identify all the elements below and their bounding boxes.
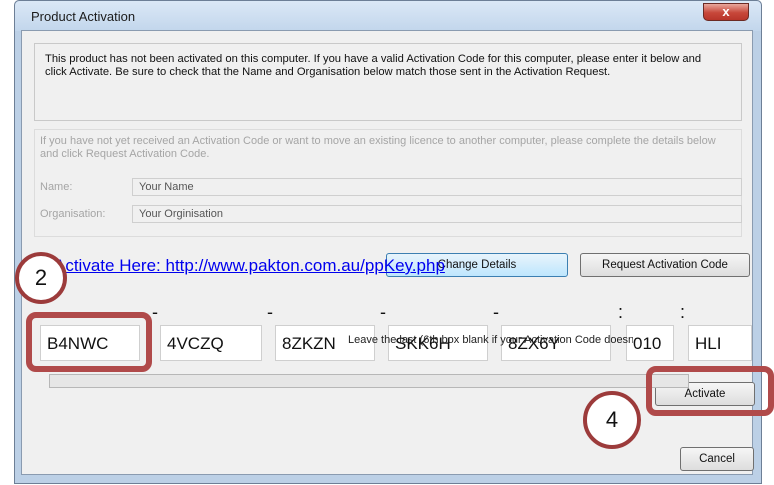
leave-blank-hint: Leave the last (6th box blank if your Ac…	[348, 334, 633, 346]
step-marker-2: 2	[15, 252, 67, 304]
request-note: If you have not yet received an Activati…	[40, 135, 716, 160]
title-bar[interactable]: Product Activation x	[15, 1, 761, 31]
code-separator-6: :	[680, 302, 686, 322]
request-activation-code-button[interactable]: Request Activation Code	[580, 253, 750, 277]
highlight-activate-button	[646, 366, 774, 416]
close-icon: x	[722, 4, 730, 19]
intro-group: This product has not been activated on t…	[34, 43, 742, 121]
code-separator-3: -	[380, 302, 386, 322]
code-box-6[interactable]: 010	[626, 325, 674, 361]
code-box-2[interactable]: 4VCZQ	[160, 325, 262, 361]
code-separator-5: :	[618, 302, 624, 322]
step-marker-4: 4	[583, 391, 641, 449]
highlight-code-box-1	[26, 312, 152, 372]
progress-bar	[49, 374, 689, 388]
window-title: Product Activation	[31, 9, 136, 24]
name-label: Name:	[40, 181, 73, 193]
intro-text: This product has not been activated on t…	[45, 53, 702, 78]
code-separator-4: -	[493, 302, 499, 322]
organisation-label: Organisation:	[40, 208, 106, 220]
code-separator-2: -	[267, 302, 273, 322]
close-button[interactable]: x	[703, 3, 749, 21]
code-separator-1: -	[152, 302, 158, 322]
activate-here-link[interactable]: Activate Here: http://www.pakton.com.au/…	[54, 256, 445, 276]
cancel-button[interactable]: Cancel	[680, 447, 754, 471]
organisation-field[interactable]: Your Orginisation	[132, 205, 742, 223]
code-box-7[interactable]: HLI	[688, 325, 752, 361]
request-group: If you have not yet received an Activati…	[34, 129, 742, 237]
name-field[interactable]: Your Name	[132, 178, 742, 196]
